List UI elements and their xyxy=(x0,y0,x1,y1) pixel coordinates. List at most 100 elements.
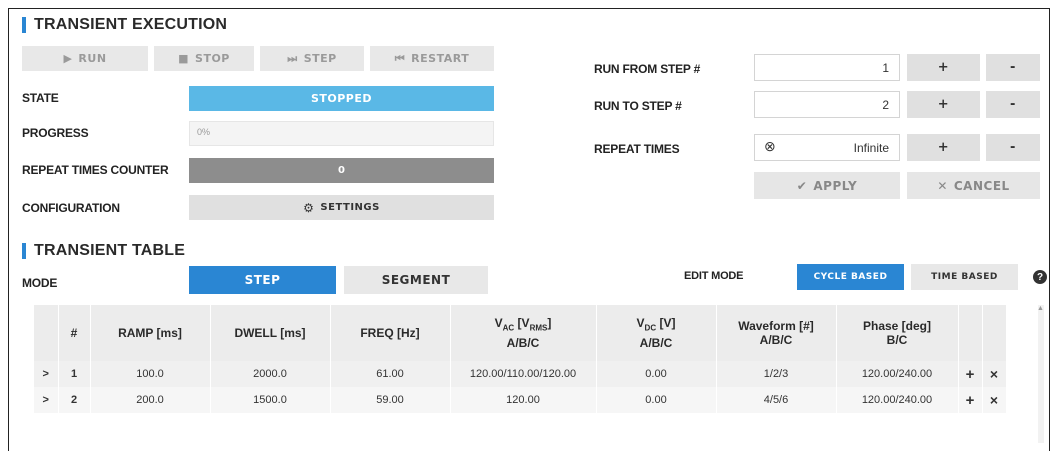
cell-phase[interactable]: 120.00/240.00 xyxy=(836,361,959,387)
progress-value: 0% xyxy=(197,127,211,137)
run-from-label: RUN FROM STEP # xyxy=(594,62,701,76)
table-row[interactable]: > 1 100.0 2000.0 61.00 120.00/110.00/120… xyxy=(34,361,1007,387)
restart-icon: ⏮ xyxy=(394,51,406,65)
header-delete xyxy=(982,305,1007,361)
add-row-icon[interactable]: + xyxy=(958,361,983,387)
repeat-counter-label: REPEAT TIMES COUNTER xyxy=(22,163,169,177)
mode-step-button[interactable]: STEP xyxy=(189,266,336,294)
transient-table: # RAMP [ms] DWELL [ms] FREQ [Hz] VAC [VR… xyxy=(34,305,1007,413)
header-num: # xyxy=(58,305,91,361)
settings-button-label: SETTINGS xyxy=(320,202,380,213)
cell-freq[interactable]: 61.00 xyxy=(330,361,451,387)
cell-waveform[interactable]: 1/2/3 xyxy=(716,361,837,387)
title-accent-bar xyxy=(22,243,26,259)
cell-freq[interactable]: 59.00 xyxy=(330,387,451,413)
run-from-input[interactable]: 1 xyxy=(754,54,900,81)
cell-vdc[interactable]: 0.00 xyxy=(596,387,717,413)
section-title-table: TRANSIENT TABLE xyxy=(22,242,185,260)
cell-vac[interactable]: 120.00/110.00/120.00 xyxy=(450,361,597,387)
cell-num: 1 xyxy=(58,361,91,387)
run-to-plus-button[interactable]: + xyxy=(907,91,980,118)
cancel-button-label: CANCEL xyxy=(953,178,1010,193)
vdc-subscript: DC xyxy=(644,323,657,333)
repeat-minus-button[interactable]: - xyxy=(986,134,1040,161)
header-phase: Phase [deg] B/C xyxy=(836,305,959,361)
scroll-up-icon[interactable]: ▲ xyxy=(1037,305,1044,312)
header-dwell: DWELL [ms] xyxy=(210,305,331,361)
header-waveform: Waveform [#] A/B/C xyxy=(716,305,837,361)
phase-title: Phase [deg] xyxy=(862,319,931,333)
section-title-text: TRANSIENT EXECUTION xyxy=(34,16,228,33)
run-button-label: RUN xyxy=(78,52,107,65)
vac-unit-end: ] xyxy=(547,316,552,331)
expand-row-icon[interactable]: > xyxy=(34,387,59,413)
cell-vdc[interactable]: 0.00 xyxy=(596,361,717,387)
edit-time-based-button[interactable]: TIME BASED xyxy=(911,264,1018,290)
stop-button[interactable]: ■ STOP xyxy=(154,46,254,71)
run-to-input[interactable]: 2 xyxy=(754,91,900,118)
header-expand xyxy=(34,305,59,361)
vac-subscript: AC xyxy=(502,323,515,333)
mode-segment-button[interactable]: SEGMENT xyxy=(344,266,488,294)
waveform-title: Waveform [#] xyxy=(738,319,814,333)
stop-icon: ■ xyxy=(178,52,190,65)
vdc-phases: A/B/C xyxy=(639,335,673,350)
run-to-minus-button[interactable]: - xyxy=(986,91,1040,118)
expand-row-icon[interactable]: > xyxy=(34,361,59,387)
cell-waveform[interactable]: 4/5/6 xyxy=(716,387,837,413)
delete-row-icon[interactable]: × xyxy=(982,387,1007,413)
repeat-times-input[interactable]: Infinite xyxy=(754,134,900,161)
repeat-counter-value: 0 xyxy=(189,158,494,183)
run-to-label: RUN TO STEP # xyxy=(594,99,682,113)
cell-dwell[interactable]: 1500.0 xyxy=(210,387,331,413)
state-indicator: STOPPED xyxy=(189,86,494,111)
delete-row-icon[interactable]: × xyxy=(982,361,1007,387)
header-vac: VAC [VRMS] A/B/C xyxy=(450,305,597,361)
section-title-execution: TRANSIENT EXECUTION xyxy=(22,16,227,34)
cell-ramp[interactable]: 200.0 xyxy=(90,387,211,413)
section-title-text: TRANSIENT TABLE xyxy=(34,242,186,259)
cancel-button[interactable]: ✕ CANCEL xyxy=(907,172,1040,199)
run-button[interactable]: ▶ RUN xyxy=(22,46,148,71)
cell-phase[interactable]: 120.00/240.00 xyxy=(836,387,959,413)
apply-button[interactable]: ✔ APPLY xyxy=(754,172,900,199)
run-from-minus-button[interactable]: - xyxy=(986,54,1040,81)
progress-label: PROGRESS xyxy=(22,126,89,140)
settings-button[interactable]: ⚙ SETTINGS xyxy=(189,195,494,220)
title-accent-bar xyxy=(22,17,26,33)
mode-label: MODE xyxy=(22,276,58,290)
infinite-toggle-icon[interactable]: ⊗ xyxy=(764,138,776,155)
vac-symbol: V xyxy=(494,316,503,331)
table-row[interactable]: > 2 200.0 1500.0 59.00 120.00 0.00 4/5/6… xyxy=(34,387,1007,413)
edit-mode-label: EDIT MODE xyxy=(684,270,744,282)
apply-button-label: APPLY xyxy=(813,178,858,193)
cell-num: 2 xyxy=(58,387,91,413)
vdc-symbol: V xyxy=(636,316,645,331)
run-from-plus-button[interactable]: + xyxy=(907,54,980,81)
vac-unit: [V xyxy=(514,316,530,331)
cell-vac[interactable]: 120.00 xyxy=(450,387,597,413)
progress-bar: 0% xyxy=(189,121,494,146)
waveform-phases: A/B/C xyxy=(759,333,793,347)
cell-dwell[interactable]: 2000.0 xyxy=(210,361,331,387)
table-scrollbar[interactable] xyxy=(1038,305,1044,443)
header-ramp: RAMP [ms] xyxy=(90,305,211,361)
repeat-plus-button[interactable]: + xyxy=(907,134,980,161)
phase-phases: B/C xyxy=(886,333,908,347)
table-header-row: # RAMP [ms] DWELL [ms] FREQ [Hz] VAC [VR… xyxy=(34,305,1007,361)
step-button-label: STEP xyxy=(303,52,337,65)
state-label: STATE xyxy=(22,91,59,105)
repeat-times-label: REPEAT TIMES xyxy=(594,142,680,156)
help-icon[interactable]: ? xyxy=(1033,270,1047,284)
stop-button-label: STOP xyxy=(195,52,230,65)
header-freq: FREQ [Hz] xyxy=(330,305,451,361)
add-row-icon[interactable]: + xyxy=(958,387,983,413)
cell-ramp[interactable]: 100.0 xyxy=(90,361,211,387)
restart-button[interactable]: ⏮ RESTART xyxy=(370,46,494,71)
vac-phases: A/B/C xyxy=(506,335,540,350)
step-button[interactable]: ⏭ STEP xyxy=(260,46,364,71)
check-icon: ✔ xyxy=(796,178,808,193)
header-add xyxy=(958,305,983,361)
gear-icon: ⚙ xyxy=(303,200,315,215)
edit-cycle-based-button[interactable]: CYCLE BASED xyxy=(797,264,904,290)
